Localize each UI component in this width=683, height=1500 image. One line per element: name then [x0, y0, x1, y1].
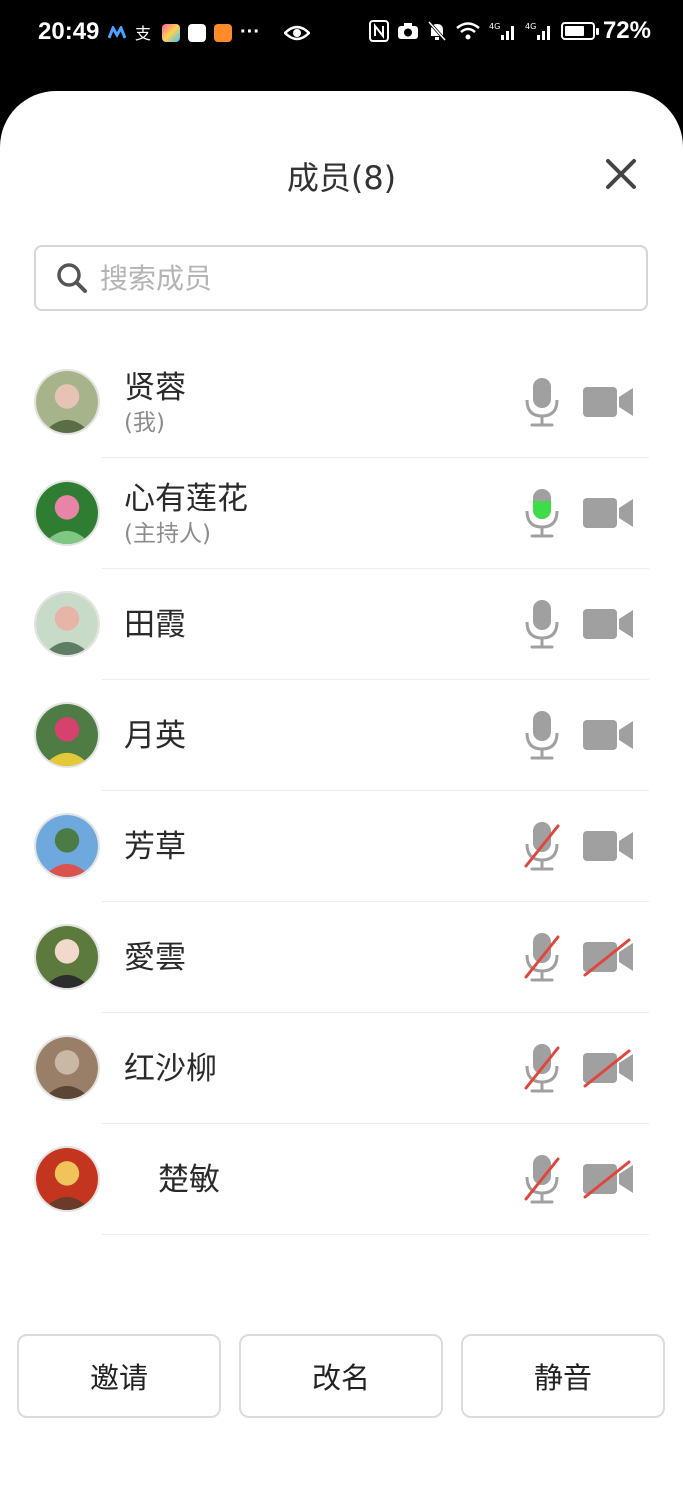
camera-icon[interactable] — [582, 493, 634, 533]
member-row[interactable]: 月英 — [0, 680, 683, 791]
avatar — [34, 702, 100, 768]
status-time: 20:49 — [38, 18, 100, 45]
battery-percentage: 72% — [602, 17, 651, 44]
action-bar: 邀请 改名 静音 — [0, 1334, 683, 1420]
mute-all-button[interactable]: 静音 — [461, 1334, 665, 1418]
member-row[interactable]: 贤蓉 (我) — [0, 347, 683, 458]
member-name: 田霞 — [124, 606, 186, 643]
avatar — [34, 480, 100, 546]
avatar — [34, 369, 100, 435]
mic-muted-icon[interactable] — [522, 927, 562, 987]
member-name: 红沙柳 — [124, 1050, 217, 1087]
app-m-icon — [108, 25, 126, 39]
app-store-icon — [162, 23, 180, 42]
svg-text:4G: 4G — [489, 22, 500, 31]
member-row[interactable]: 愛雲 — [0, 902, 683, 1013]
member-name: 芳草 — [124, 828, 186, 865]
status-notification-icons: 支 ··· — [108, 21, 310, 44]
avatar — [34, 591, 100, 657]
mic-icon[interactable] — [522, 705, 562, 765]
svg-text:支: 支 — [135, 24, 151, 43]
more-dots-icon: ··· — [240, 21, 260, 43]
camera-icon[interactable] — [582, 604, 634, 644]
member-list: 贤蓉 (我) 心有莲花 (主持人) 田霞月英芳草愛雲红沙柳楚敏 — [0, 347, 683, 1235]
battery-icon — [560, 22, 599, 40]
search-icon — [57, 263, 87, 293]
mic-muted-icon[interactable] — [522, 1149, 562, 1209]
member-row[interactable]: 田霞 — [0, 569, 683, 680]
camera-off-icon[interactable] — [582, 1159, 634, 1199]
mic-icon[interactable] — [522, 372, 562, 432]
member-name: 月英 — [124, 717, 186, 754]
member-name: 心有莲花 — [124, 480, 248, 517]
member-name-block: 月英 — [124, 680, 186, 791]
member-name-block: 心有莲花 (主持人) — [124, 458, 248, 569]
status-system-icons: 4G 4G 72% — [368, 17, 651, 45]
member-name-block: 芳草 — [124, 791, 186, 902]
alipay-icon: 支 — [135, 24, 151, 43]
avatar — [34, 1035, 100, 1101]
sheet-title: 成员(8) — [286, 159, 397, 197]
rename-button[interactable]: 改名 — [239, 1334, 443, 1418]
huawei-icon — [188, 23, 206, 42]
camera-off-icon[interactable] — [582, 1048, 634, 1088]
row-divider — [102, 1234, 649, 1235]
member-role: (主持人) — [124, 520, 211, 547]
camera-icon[interactable] — [582, 382, 634, 422]
member-row[interactable]: 芳草 — [0, 791, 683, 902]
camera-icon[interactable] — [582, 715, 634, 755]
member-row[interactable]: 楚敏 — [0, 1124, 683, 1235]
members-sheet: 成员(8) 贤蓉 (我) 心有莲花 (主持人) 田霞月英芳草愛雲红沙柳楚敏 邀请 改名 … — [0, 91, 683, 1500]
member-name: 贤蓉 — [124, 369, 186, 406]
search-box[interactable] — [34, 245, 648, 311]
camera-icon[interactable] — [582, 826, 634, 866]
member-name: 愛雲 — [124, 939, 186, 976]
bell-off-icon — [427, 21, 447, 41]
member-role: (我) — [124, 409, 165, 436]
member-name-block: 愛雲 — [124, 902, 186, 1013]
member-name-block: 红沙柳 — [124, 1013, 217, 1124]
avatar — [34, 813, 100, 879]
nfc-icon — [368, 20, 389, 42]
mic-speaking-icon[interactable] — [522, 483, 562, 543]
wifi-icon — [456, 22, 480, 40]
member-row[interactable]: 红沙柳 — [0, 1013, 683, 1124]
eye-icon — [283, 25, 310, 40]
avatar — [34, 1146, 100, 1212]
camera-icon — [397, 23, 418, 39]
svg-text:4G: 4G — [525, 22, 536, 31]
member-row[interactable]: 心有莲花 (主持人) — [0, 458, 683, 569]
search-input[interactable] — [98, 260, 622, 296]
member-name: 楚敏 — [158, 1161, 220, 1198]
signal-4g-icon: 4G — [489, 22, 514, 40]
camera-off-icon[interactable] — [582, 937, 634, 977]
mic-muted-icon[interactable] — [522, 816, 562, 876]
close-icon[interactable] — [598, 151, 644, 197]
status-bar: 20:49 支 ··· 4G 4G 72% — [0, 0, 683, 70]
member-name-block: 贤蓉 (我) — [124, 347, 186, 458]
signal-4g-icon: 4G — [525, 22, 550, 40]
video-app-icon — [214, 23, 232, 42]
member-name-block: 楚敏 — [124, 1124, 220, 1235]
member-name-block: 田霞 — [124, 569, 186, 680]
invite-button[interactable]: 邀请 — [17, 1334, 221, 1418]
avatar — [34, 924, 100, 990]
mic-muted-icon[interactable] — [522, 1038, 562, 1098]
mic-icon[interactable] — [522, 594, 562, 654]
